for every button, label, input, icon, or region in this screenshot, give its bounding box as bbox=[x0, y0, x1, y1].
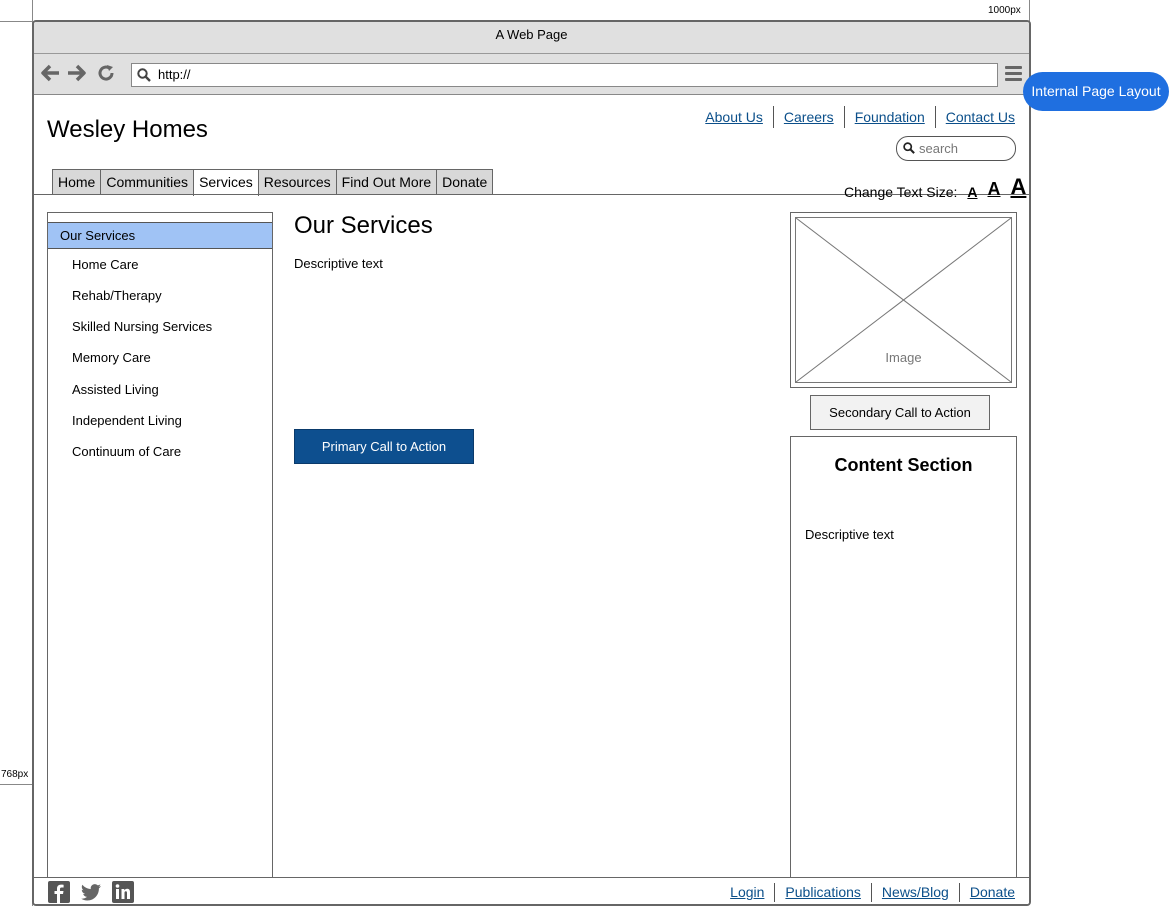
footer-link-donate[interactable]: Donate bbox=[958, 883, 1015, 902]
forward-arrow-icon[interactable] bbox=[65, 63, 87, 85]
util-link-contact-us[interactable]: Contact Us bbox=[934, 106, 1015, 128]
tab-donate[interactable]: Donate bbox=[436, 169, 494, 195]
twitter-icon[interactable] bbox=[80, 881, 102, 903]
sidebar-item-memory-care[interactable]: Memory Care bbox=[48, 348, 272, 368]
sidebar-item-rehab-therapy[interactable]: Rehab/Therapy bbox=[48, 286, 272, 306]
sidebar-item-our-services[interactable]: Our Services bbox=[48, 222, 272, 249]
text-size-label: Change Text Size: bbox=[844, 184, 958, 200]
text-size-medium-button[interactable]: A bbox=[988, 179, 1001, 200]
footer-link-publications[interactable]: Publications bbox=[774, 883, 871, 902]
search-placeholder: search bbox=[919, 141, 959, 156]
page-content: Wesley Homes About Us Careers Foundation… bbox=[34, 96, 1029, 904]
tab-communities[interactable]: Communities bbox=[100, 169, 195, 195]
image-placeholder: Image bbox=[790, 212, 1017, 388]
util-link-about-us[interactable]: About Us bbox=[695, 106, 773, 128]
sidebar-item-skilled-nursing[interactable]: Skilled Nursing Services bbox=[48, 317, 272, 337]
content-section-title: Content Section bbox=[834, 455, 973, 475]
utility-links: About Us Careers Foundation Contact Us bbox=[695, 106, 1015, 128]
search-icon bbox=[137, 68, 151, 82]
util-link-careers[interactable]: Careers bbox=[772, 106, 844, 128]
content-section-description: Descriptive text bbox=[805, 527, 894, 542]
tab-resources[interactable]: Resources bbox=[257, 169, 337, 195]
window-title: A Web Page bbox=[34, 22, 1029, 54]
ruler-top-tick bbox=[0, 21, 33, 22]
text-size-control: Change Text Size: A A A bbox=[844, 174, 1026, 200]
reload-icon[interactable] bbox=[95, 63, 117, 85]
browser-window: A Web Page http:// Wesley Homes About Us… bbox=[32, 20, 1031, 906]
tab-find-out-more[interactable]: Find Out More bbox=[335, 169, 438, 195]
linkedin-icon[interactable] bbox=[112, 881, 134, 903]
ruler-right-tick bbox=[1029, 0, 1030, 22]
sidebar-item-home-care[interactable]: Home Care bbox=[48, 255, 272, 275]
site-title: Wesley Homes bbox=[47, 116, 208, 143]
annotation-callout: Internal Page Layout bbox=[1023, 72, 1169, 111]
footer-link-login[interactable]: Login bbox=[720, 883, 774, 902]
text-size-small-button[interactable]: A bbox=[967, 184, 977, 200]
sidebar-item-continuum-of-care[interactable]: Continuum of Care bbox=[48, 442, 272, 462]
search-icon bbox=[903, 142, 915, 154]
page-title: Our Services bbox=[294, 212, 433, 239]
primary-cta-button[interactable]: Primary Call to Action bbox=[294, 429, 474, 464]
height-ruler-label: 768px bbox=[1, 769, 29, 780]
search-input[interactable]: search bbox=[896, 136, 1016, 161]
secondary-cta-button[interactable]: Secondary Call to Action bbox=[810, 395, 990, 430]
tab-home[interactable]: Home bbox=[52, 169, 102, 195]
content-section: Content Section Descriptive text bbox=[790, 436, 1017, 879]
image-inner-frame: Image bbox=[795, 217, 1012, 383]
sidebar-item-assisted-living[interactable]: Assisted Living bbox=[48, 380, 272, 400]
browser-toolbar: http:// bbox=[34, 54, 1029, 95]
url-text: http:// bbox=[158, 67, 191, 82]
height-ruler-tick bbox=[0, 784, 33, 785]
sidebar-nav: Our Services Home Care Rehab/Therapy Ski… bbox=[47, 212, 273, 879]
tab-services[interactable]: Services bbox=[193, 169, 259, 196]
main-nav-tabs: Home Communities Services Resources Find… bbox=[52, 169, 494, 196]
url-bar[interactable]: http:// bbox=[131, 63, 998, 87]
image-label: Image bbox=[885, 350, 922, 365]
back-arrow-icon[interactable] bbox=[40, 63, 62, 85]
footer: Login Publications News/Blog Donate bbox=[34, 877, 1029, 904]
footer-link-news-blog[interactable]: News/Blog bbox=[870, 883, 959, 902]
sidebar-item-independent-living[interactable]: Independent Living bbox=[48, 411, 272, 431]
width-ruler-label: 1000px bbox=[988, 5, 1021, 16]
text-size-large-button[interactable]: A bbox=[1011, 174, 1027, 200]
footer-links: Login Publications News/Blog Donate bbox=[720, 883, 1015, 902]
util-link-foundation[interactable]: Foundation bbox=[843, 106, 935, 128]
main-description: Descriptive text bbox=[294, 256, 383, 271]
facebook-icon[interactable] bbox=[48, 881, 70, 903]
hamburger-menu-icon[interactable] bbox=[1005, 66, 1022, 82]
